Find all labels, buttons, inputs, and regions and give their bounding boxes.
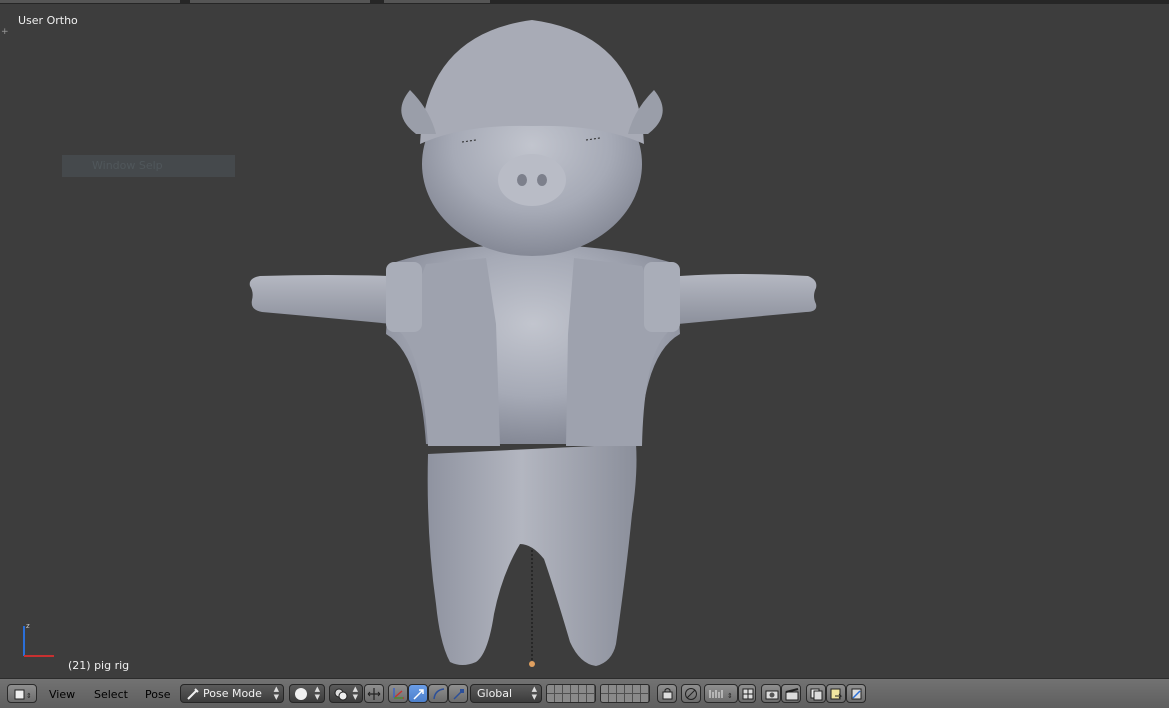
top-region-segment xyxy=(190,0,370,3)
lock-layer-icon xyxy=(662,688,673,700)
scale-button[interactable] xyxy=(448,684,468,703)
object-label: (21) pig rig xyxy=(68,659,130,672)
editor-type-button[interactable]: ⇕ xyxy=(7,684,37,703)
solid-sphere-icon xyxy=(295,688,307,700)
paste-flipped-pose-button[interactable] xyxy=(846,684,866,703)
snap-element-dropdown[interactable]: ⇕ xyxy=(704,684,738,703)
paste-pose-button[interactable] xyxy=(826,684,846,703)
3d-view-header: ⇕ View Select Pose Pose Mode ▲▼ ▲▼ ▲▼ xyxy=(0,678,1169,708)
orientation-dropdown[interactable]: Global ▲ ▼ xyxy=(470,684,542,703)
pig-character-mesh[interactable] xyxy=(240,14,830,670)
svg-text:⇕: ⇕ xyxy=(26,692,32,700)
magnet-snap-icon xyxy=(742,688,754,700)
render-still-button[interactable] xyxy=(761,684,781,703)
shading-dropdown[interactable]: ▲ ▼ xyxy=(289,684,325,703)
operator-panel[interactable]: Window Selp xyxy=(62,155,235,177)
proportional-edit-button[interactable] xyxy=(681,684,701,703)
proportional-edit-icon xyxy=(685,688,697,700)
svg-text:⇕: ⇕ xyxy=(727,692,733,700)
copy-pose-icon xyxy=(810,688,823,701)
menu-select[interactable]: Select xyxy=(94,688,128,701)
menu-pose[interactable]: Pose xyxy=(145,688,170,701)
scale-icon xyxy=(453,689,464,700)
translate-button[interactable] xyxy=(408,684,428,703)
manipulator-toggle-button[interactable] xyxy=(388,684,408,703)
3d-viewport[interactable]: User Ortho + Window Selp z (21) pig rig xyxy=(0,4,1169,678)
layer-grid-first[interactable] xyxy=(546,684,596,703)
mode-dropdown[interactable]: Pose Mode ▲ ▼ xyxy=(180,684,284,703)
clapper-render-icon xyxy=(785,688,799,701)
layer-grid-second[interactable] xyxy=(600,684,650,703)
area-split-plus-icon[interactable]: + xyxy=(1,28,9,37)
copy-pose-button[interactable] xyxy=(806,684,826,703)
pose-bone-icon xyxy=(187,688,199,700)
translate-arrow-icon xyxy=(413,689,424,700)
orientation-label: Global xyxy=(477,687,513,700)
menu-view[interactable]: View xyxy=(49,688,75,701)
svg-text:z: z xyxy=(26,622,30,630)
chevron-updown-icon: ▲ ▼ xyxy=(273,685,279,701)
chevron-updown-icon: ▲ ▼ xyxy=(352,685,358,701)
render-animation-button[interactable] xyxy=(781,684,801,703)
snap-target-button[interactable] xyxy=(738,684,756,703)
3d-view-cube-icon: ⇕ xyxy=(14,689,32,700)
camera-render-icon xyxy=(765,690,779,700)
paste-flipped-pose-icon xyxy=(851,688,862,700)
paste-pose-icon xyxy=(830,688,843,700)
chevron-updown-icon: ▲ ▼ xyxy=(314,685,320,701)
axis-orientation-gizmo: z xyxy=(23,622,54,657)
rotate-button[interactable] xyxy=(428,684,448,703)
mode-label: Pose Mode xyxy=(203,687,262,700)
pivot-dropdown[interactable]: ▲ ▼ xyxy=(329,684,363,703)
view-label: User Ortho xyxy=(18,14,78,27)
manipulator-center-button[interactable] xyxy=(364,684,384,703)
manipulator-axis-icon xyxy=(393,688,404,699)
top-region-segment xyxy=(0,0,180,3)
rotate-arc-icon xyxy=(433,688,445,700)
pivot-point-icon xyxy=(334,688,348,701)
chevron-updown-icon: ▲ ▼ xyxy=(531,685,537,701)
top-region-segment xyxy=(384,0,490,3)
snap-increment-icon: ⇕ xyxy=(709,690,733,700)
manipulator-axis-icon xyxy=(367,688,381,700)
lock-layers-button[interactable] xyxy=(657,684,677,703)
